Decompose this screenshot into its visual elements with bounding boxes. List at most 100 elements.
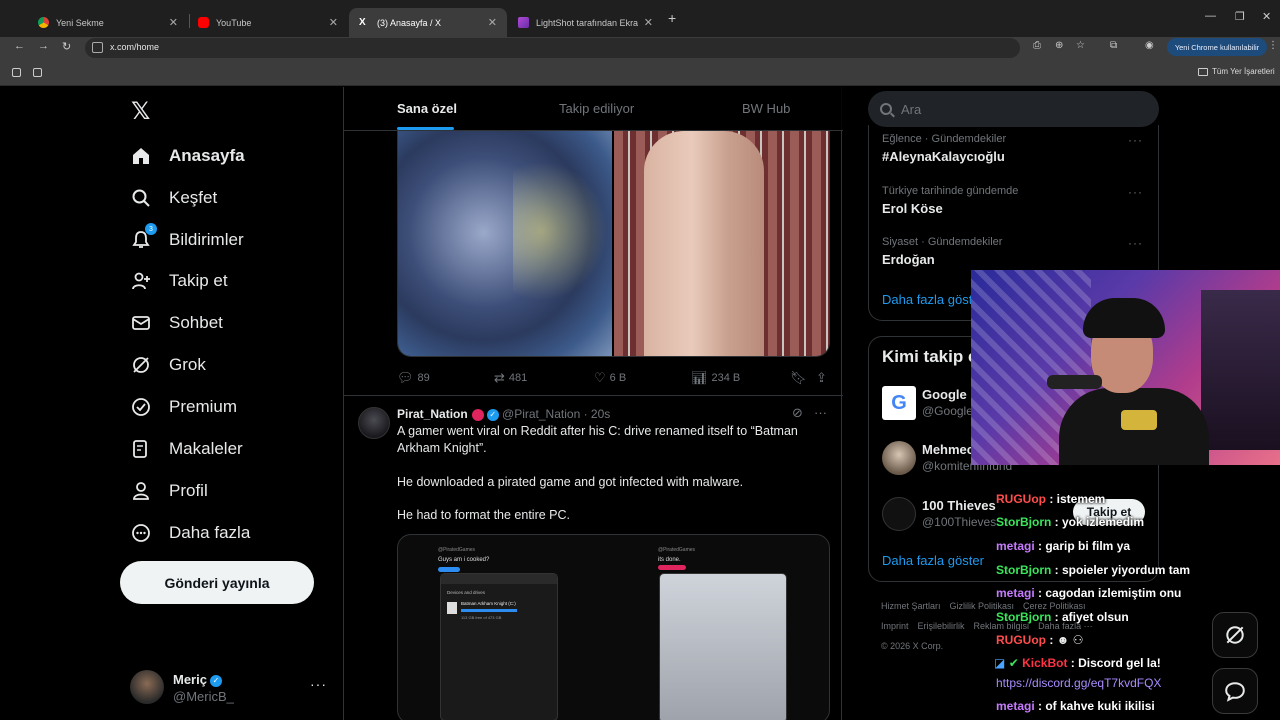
site-info-icon[interactable] xyxy=(92,42,103,53)
reply-icon: 💬︎ xyxy=(397,370,414,385)
nav-notifications[interactable]: 3 Bildirimler xyxy=(130,223,244,255)
trend-item[interactable]: Eğlence · Gündemdekiler #AleynaKalaycıoğ… xyxy=(882,133,1152,164)
post-button[interactable]: Gönderi yayınla xyxy=(120,561,314,604)
nav-profile[interactable]: Profil xyxy=(130,476,208,506)
menu-icon[interactable]: ⋮ xyxy=(1268,40,1278,51)
nav-articles[interactable]: Makaleler xyxy=(130,434,243,464)
reload-icon[interactable]: ↻ xyxy=(62,40,71,53)
new-tab-icon[interactable]: + xyxy=(668,10,676,26)
x-icon: X xyxy=(359,17,366,28)
retweet-button[interactable]: ⇄ 481 xyxy=(494,370,527,386)
emote-icon: ☻ ⚇ xyxy=(1056,633,1084,647)
microphone-icon xyxy=(1047,375,1102,389)
nav-follow[interactable]: Takip et xyxy=(130,266,228,296)
close-tab-icon[interactable]: ✕ xyxy=(329,16,338,29)
divider xyxy=(344,395,843,396)
grok-icon[interactable]: ⊘ xyxy=(792,405,803,421)
search-box[interactable] xyxy=(868,91,1159,127)
tab-bw-hub[interactable]: BW Hub xyxy=(742,101,790,116)
chat-message: RUGUop : istemem xyxy=(996,492,1106,506)
chat-message: metagi : of kahve kuki ikilisi xyxy=(996,699,1155,713)
more-dots-icon[interactable]: ··· xyxy=(1128,236,1143,250)
drive-icon xyxy=(447,602,457,614)
extensions-icon[interactable]: ⧉ xyxy=(1110,40,1117,51)
chat-bubble-icon xyxy=(1225,682,1245,702)
back-icon[interactable]: ← xyxy=(14,40,25,52)
like-button[interactable]: ♡ 6 B xyxy=(594,370,626,386)
show-more-link[interactable]: Daha fazla göster xyxy=(882,553,984,568)
grok-icon xyxy=(130,354,152,376)
chat-message: StorBjorn : spoieler yiyordum tam xyxy=(996,563,1191,577)
chrome-icon xyxy=(38,17,49,28)
webcam-overlay xyxy=(971,270,1280,465)
more-icon xyxy=(130,522,152,544)
tweet-media[interactable]: @PiratedGames Guys am i cooked? Devices … xyxy=(397,534,830,720)
account-switcher[interactable]: Meriç ✓ @MericB_ ··· xyxy=(130,670,330,710)
maximize-icon[interactable]: ❐ xyxy=(1235,10,1245,23)
verified-icon: ✓ xyxy=(486,408,499,421)
more-dots-icon[interactable]: ··· xyxy=(310,676,327,692)
avatar[interactable] xyxy=(358,407,390,439)
trend-item[interactable]: Türkiye tarihinde gündemde Erol Köse ··· xyxy=(882,185,1152,216)
tab-x-home[interactable]: X (3) Anasayfa / X ✕ xyxy=(349,8,507,37)
all-bookmarks[interactable]: Tüm Yer İşaretleri xyxy=(1198,67,1275,76)
nav-chat[interactable]: Sohbet xyxy=(130,308,223,338)
nav-grok[interactable]: Grok xyxy=(130,350,206,380)
x-logo-icon[interactable]: 𝕏 xyxy=(131,97,150,126)
address-bar[interactable]: x.com/home xyxy=(85,38,1020,58)
grok-fab-button[interactable] xyxy=(1212,612,1258,658)
chat-link[interactable]: https://discord.gg/eqT7kvdFQX xyxy=(996,676,1161,690)
forward-icon[interactable]: → xyxy=(38,40,49,52)
footer-links: Hizmet Şartları Gizlilik Politikası Çerez … xyxy=(881,601,1093,651)
nav-premium[interactable]: Premium xyxy=(130,392,237,422)
share-icon: ⇪ xyxy=(816,370,827,385)
tab-lightshot[interactable]: LightShot tarafından Ekran Gör ✕ xyxy=(508,8,663,37)
reply-button[interactable]: 💬︎ 89 xyxy=(397,370,430,386)
nav-more[interactable]: Daha fazla xyxy=(130,518,250,548)
bookmarks-bar: Tüm Yer İşaretleri xyxy=(0,59,1280,86)
retweet-icon: ⇄ xyxy=(494,370,505,385)
views-button[interactable]: 📊︎ 234 B xyxy=(691,370,740,386)
youtube-icon xyxy=(198,17,209,28)
more-dots-icon[interactable]: ··· xyxy=(814,405,827,420)
share-button[interactable]: ⇪ xyxy=(816,370,831,386)
mail-icon xyxy=(130,312,152,334)
bookmark-star-icon[interactable]: ☆ xyxy=(1076,40,1085,51)
lightshot-icon xyxy=(518,17,529,28)
bookmark-icon: 🔖︎ xyxy=(790,370,807,385)
tweet-media[interactable] xyxy=(397,131,830,357)
nav-home[interactable]: Anasayfa xyxy=(130,141,245,171)
bookmark-button[interactable]: 🔖︎ xyxy=(790,370,811,386)
zoom-icon[interactable]: ⊕ xyxy=(1055,40,1063,51)
messages-fab-button[interactable] xyxy=(1212,668,1258,714)
verified-icon: ✓ xyxy=(209,674,222,687)
tab-following[interactable]: Takip ediliyor xyxy=(559,101,634,116)
close-window-icon[interactable]: ✕ xyxy=(1262,10,1271,23)
active-tab-indicator xyxy=(397,127,454,130)
close-tab-icon[interactable]: ✕ xyxy=(644,16,653,29)
profile-icon[interactable]: ◉ xyxy=(1145,40,1154,51)
tab-search-icon[interactable] xyxy=(12,68,21,77)
search-input[interactable] xyxy=(901,101,1131,117)
grok-icon xyxy=(1226,626,1244,644)
views-icon: 📊︎ xyxy=(691,370,708,385)
minimize-icon[interactable]: — xyxy=(1205,10,1216,22)
folder-icon xyxy=(1198,67,1208,76)
install-app-icon[interactable]: ⎙ xyxy=(1033,40,1041,51)
close-tab-icon[interactable]: ✕ xyxy=(169,16,178,29)
more-dots-icon[interactable]: ··· xyxy=(1128,185,1143,199)
tab-youtube[interactable]: YouTube ✕ xyxy=(188,8,348,37)
chrome-update-button[interactable]: Yeni Chrome kullanılabilir xyxy=(1167,38,1267,56)
chat-message: StorBjorn : yok izlemedim xyxy=(996,515,1145,529)
trend-item[interactable]: Siyaset · Gündemdekiler Erdoğan ··· xyxy=(882,236,1152,267)
profile-icon xyxy=(130,480,152,502)
nav-explore[interactable]: Keşfet xyxy=(130,183,217,213)
close-tab-icon[interactable]: ✕ xyxy=(488,16,497,29)
google-icon: G xyxy=(882,386,916,420)
apps-icon[interactable] xyxy=(33,68,42,77)
more-dots-icon[interactable]: ··· xyxy=(1128,133,1143,147)
drive-usage-bar xyxy=(461,609,517,612)
tab-new-tab[interactable]: Yeni Sekme ✕ xyxy=(28,8,188,37)
show-more-link[interactable]: Daha fazla göster xyxy=(882,292,984,307)
tab-for-you[interactable]: Sana özel xyxy=(397,101,457,116)
